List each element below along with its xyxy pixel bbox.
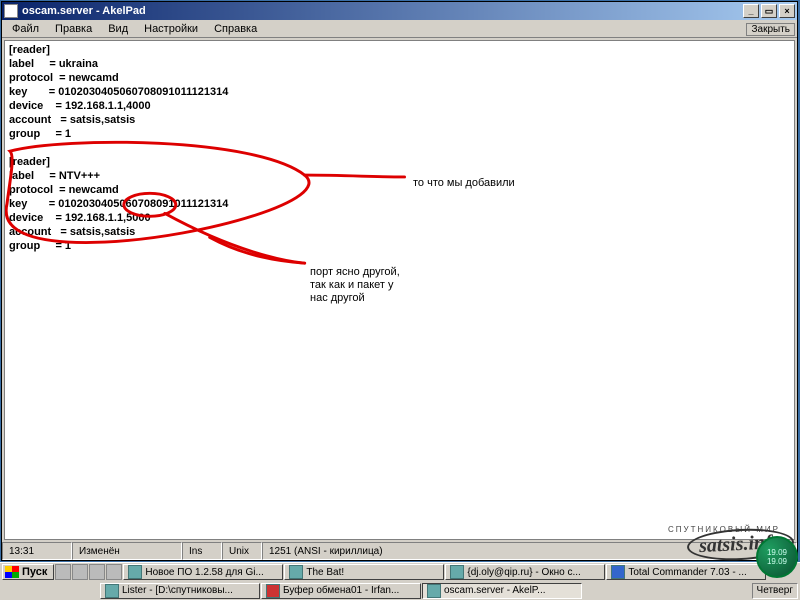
annotation-added: то что мы добавили	[413, 177, 515, 190]
taskbar-task[interactable]: The Bat!	[284, 564, 444, 580]
menu-view[interactable]: Вид	[102, 22, 134, 36]
editor-content[interactable]: [reader] label = ukraina protocol = newc…	[9, 43, 228, 253]
status-modified: Изменён	[72, 542, 182, 560]
start-button[interactable]: Пуск	[2, 564, 54, 580]
maximize-button[interactable]: ▭	[761, 4, 777, 18]
menu-help[interactable]: Справка	[208, 22, 263, 36]
taskbar-task[interactable]: {dj.oly@qip.ru} - Окно с...	[445, 564, 605, 580]
minimize-button[interactable]: _	[743, 4, 759, 18]
app-icon	[4, 4, 18, 18]
menu-settings[interactable]: Настройки	[138, 22, 204, 36]
titlebar[interactable]: oscam.server - AkelPad _ ▭ ×	[2, 2, 797, 20]
taskbar-task[interactable]: Total Commander 7.03 - ...	[606, 564, 766, 580]
taskbar-task-active[interactable]: oscam.server - AkelP...	[422, 583, 582, 599]
windows-flag-icon	[5, 566, 19, 578]
menu-edit[interactable]: Правка	[49, 22, 98, 36]
save-icon	[611, 565, 625, 579]
close-tooltip: Закрыть	[746, 23, 795, 36]
app-icon	[289, 565, 303, 579]
taskbar: Пуск Новое ПО 1.2.58 для Gi... The Bat! …	[0, 562, 800, 600]
status-cursor-pos: 13:31	[2, 542, 72, 560]
text-editor[interactable]: [reader] label = ukraina protocol = newc…	[4, 40, 795, 540]
desktop-clock-widget[interactable]: 19.09 19.09	[756, 536, 798, 578]
status-eol: Unix	[222, 542, 262, 560]
quicklaunch-icon[interactable]	[106, 564, 122, 580]
status-ins: Ins	[182, 542, 222, 560]
app-icon	[266, 584, 280, 598]
quicklaunch-icon[interactable]	[89, 564, 105, 580]
menu-file[interactable]: Файл	[6, 22, 45, 36]
taskbar-task[interactable]: Новое ПО 1.2.58 для Gi...	[123, 564, 283, 580]
window-title: oscam.server - AkelPad	[22, 5, 146, 17]
statusbar: 13:31 Изменён Ins Unix 1251 (ANSI - кири…	[2, 542, 797, 560]
status-codepage: 1251 (ANSI - кириллица)	[262, 542, 797, 560]
quicklaunch-icon[interactable]	[72, 564, 88, 580]
tray-day: Четверг	[757, 585, 793, 596]
taskbar-task[interactable]: Lister - [D:\спутниковы...	[100, 583, 260, 599]
quicklaunch-icon[interactable]	[55, 564, 71, 580]
app-window: oscam.server - AkelPad _ ▭ × Закрыть Фай…	[1, 1, 798, 561]
app-icon	[427, 584, 441, 598]
app-icon	[450, 565, 464, 579]
start-label: Пуск	[22, 566, 47, 578]
close-button[interactable]: ×	[779, 4, 795, 18]
watermark-arc: СПУТНИКОВЫЙ МИР	[668, 525, 780, 534]
annotation-port: порт ясно другой, так как и пакет у нас …	[310, 266, 400, 305]
system-tray[interactable]: Четверг	[752, 583, 798, 599]
app-icon	[128, 565, 142, 579]
taskbar-task[interactable]: Буфер обмена01 - Irfan...	[261, 583, 421, 599]
menubar: Файл Правка Вид Настройки Справка	[2, 20, 797, 38]
app-icon	[105, 584, 119, 598]
